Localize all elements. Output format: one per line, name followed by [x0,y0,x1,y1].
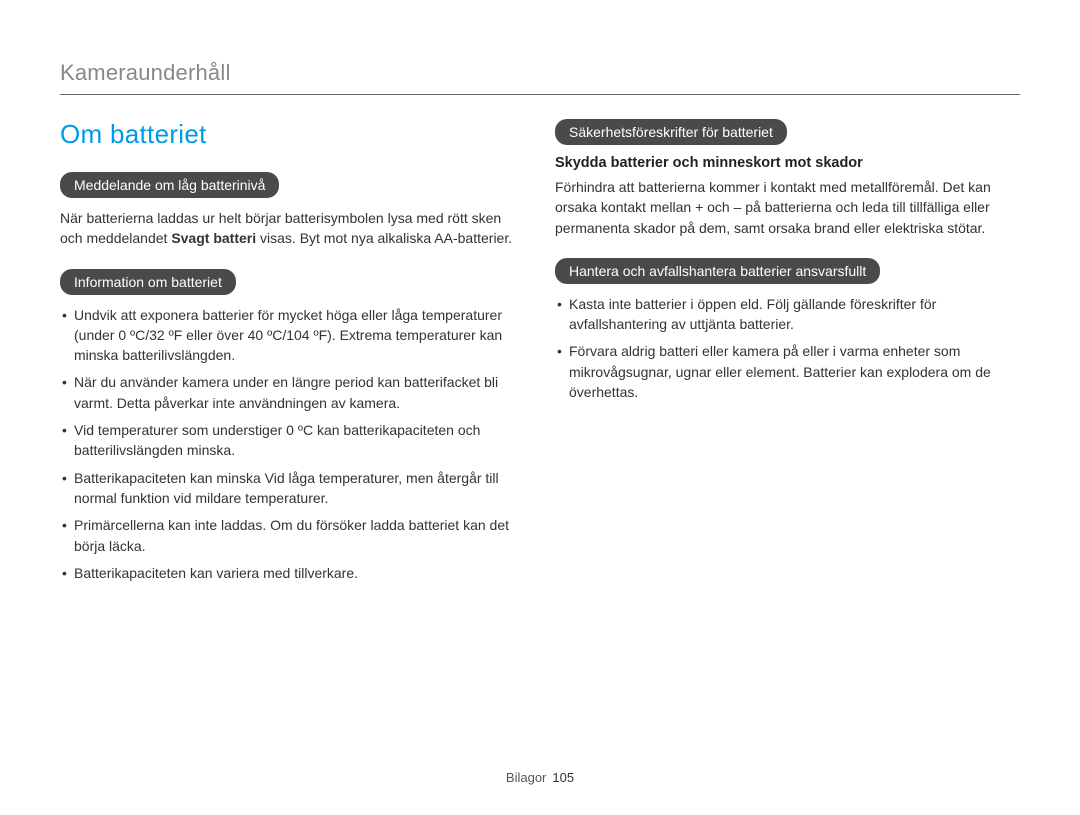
left-column: Om batteriet Meddelande om låg batterini… [60,119,525,601]
pill-information: Information om batteriet [60,269,236,295]
section-title: Om batteriet [60,119,525,150]
list-item: Primärcellerna kan inte laddas. Om du fö… [60,515,525,556]
list-item: Undvik att exponera batterier för mycket… [60,305,525,366]
subsection-safety: Säkerhetsföreskrifter för batteriet Skyd… [555,119,1020,238]
list-item: Batterikapaciteten kan minska Vid låga t… [60,468,525,509]
content-columns: Om batteriet Meddelande om låg batterini… [60,119,1020,601]
list-item: Vid temperaturer som understiger 0 ºC ka… [60,420,525,461]
list-item: Batterikapaciteten kan variera med tillv… [60,563,525,583]
chapter-header: Kameraunderhåll [60,60,1020,95]
subsection-disposal: Hantera och avfallshantera batterier ans… [555,258,1020,402]
battery-info-list: Undvik att exponera batterier för mycket… [60,305,525,584]
page-footer: Bilagor 105 [0,770,1080,785]
safety-paragraph: Förhindra att batterierna kommer i konta… [555,177,1020,238]
subsection-low-battery: Meddelande om låg batterinivå När batter… [60,172,525,249]
para-text-bold: Svagt batteri [171,230,256,246]
list-item: Förvara aldrig batteri eller kamera på e… [555,341,1020,402]
disposal-list: Kasta inte batterier i öppen eld. Följ g… [555,294,1020,402]
subsection-battery-info: Information om batteriet Undvik att expo… [60,269,525,584]
right-column: Säkerhetsföreskrifter för batteriet Skyd… [555,119,1020,601]
para-text-post: visas. Byt mot nya alkaliska AA-batterie… [256,230,512,246]
page-container: Kameraunderhåll Om batteriet Meddelande … [0,0,1080,601]
pill-disposal: Hantera och avfallshantera batterier ans… [555,258,880,284]
pill-safety: Säkerhetsföreskrifter för batteriet [555,119,787,145]
safety-subhead: Skydda batterier och minneskort mot skad… [555,155,1020,171]
footer-page-number: 105 [552,770,574,785]
low-battery-paragraph: När batterierna laddas ur helt börjar ba… [60,208,525,249]
pill-meddelande: Meddelande om låg batterinivå [60,172,279,198]
chapter-title: Kameraunderhåll [60,60,1020,86]
footer-label: Bilagor [506,770,546,785]
list-item: När du använder kamera under en längre p… [60,372,525,413]
list-item: Kasta inte batterier i öppen eld. Följ g… [555,294,1020,335]
